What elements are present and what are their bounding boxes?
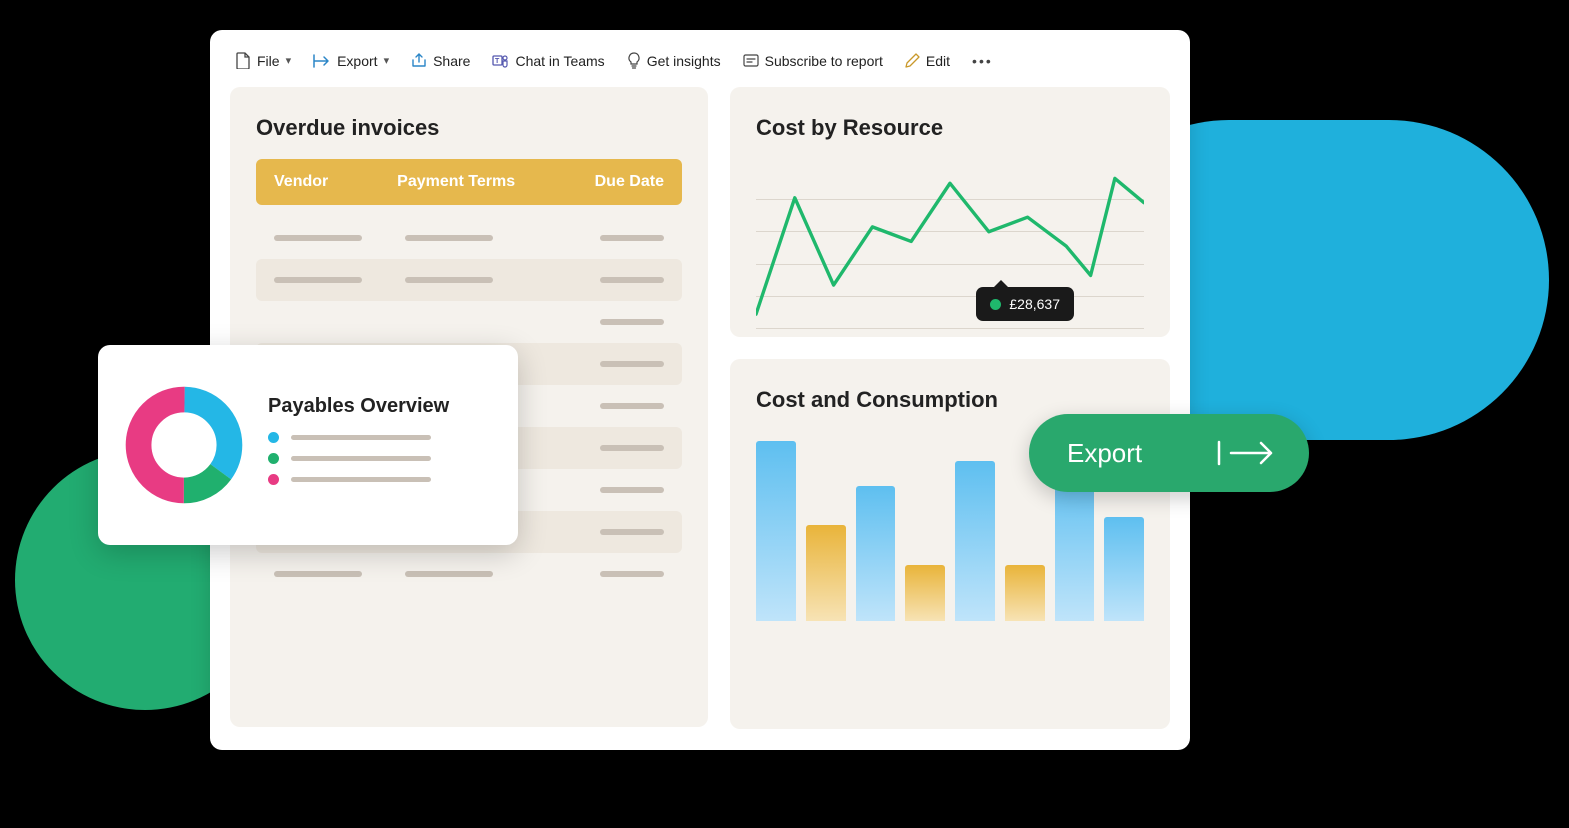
file-icon — [236, 52, 251, 69]
bar — [756, 441, 796, 621]
svg-text:T: T — [496, 58, 501, 65]
col-terms: Payment Terms — [397, 173, 561, 191]
chat-label: Chat in Teams — [515, 53, 604, 69]
legend-item — [268, 453, 492, 464]
cost-resource-title: Cost by Resource — [756, 115, 1144, 141]
file-label: File — [257, 53, 280, 69]
legend-placeholder — [291, 477, 431, 482]
toolbar: File ▾ Export ▾ Share T Chat in Teams — [230, 48, 1170, 87]
legend-item — [268, 474, 492, 485]
col-vendor: Vendor — [274, 173, 397, 191]
bar — [856, 486, 896, 621]
edit-button[interactable]: Edit — [905, 53, 950, 69]
legend-item — [268, 432, 492, 443]
export-label: Export — [337, 53, 377, 69]
ellipsis-icon: ••• — [972, 53, 993, 69]
teams-icon: T — [492, 53, 509, 69]
table-row[interactable] — [256, 217, 682, 259]
table-row[interactable] — [256, 301, 682, 343]
export-icon — [313, 54, 331, 68]
table-row[interactable] — [256, 259, 682, 301]
legend-dot-icon — [268, 453, 279, 464]
payables-overview-card: Payables Overview — [98, 345, 518, 545]
chevron-down-icon: ▾ — [286, 54, 292, 67]
cost-consumption-title: Cost and Consumption — [756, 387, 1144, 413]
bar — [1055, 471, 1095, 621]
export-menu[interactable]: Export ▾ — [313, 53, 389, 69]
file-menu[interactable]: File ▾ — [236, 52, 291, 69]
table-header: Vendor Payment Terms Due Date — [256, 159, 682, 205]
edit-label: Edit — [926, 53, 950, 69]
tooltip-dot-icon — [990, 299, 1001, 310]
export-button-label: Export — [1067, 438, 1142, 469]
donut-chart[interactable] — [124, 385, 244, 505]
overdue-title: Overdue invoices — [256, 115, 682, 141]
subscribe-icon — [743, 53, 759, 68]
bar — [905, 565, 945, 621]
legend-dot-icon — [268, 432, 279, 443]
export-button[interactable]: Export — [1029, 414, 1309, 492]
line-chart-svg — [756, 159, 1144, 324]
insights-label: Get insights — [647, 53, 721, 69]
bar — [955, 461, 995, 621]
line-chart[interactable]: £28,637 — [756, 159, 1144, 339]
legend-dot-icon — [268, 474, 279, 485]
bar — [806, 525, 846, 621]
payables-title: Payables Overview — [268, 395, 492, 418]
share-label: Share — [433, 53, 470, 69]
get-insights-button[interactable]: Get insights — [627, 52, 721, 69]
more-menu[interactable]: ••• — [972, 53, 993, 69]
chat-teams-button[interactable]: T Chat in Teams — [492, 53, 604, 69]
subscribe-label: Subscribe to report — [765, 53, 883, 69]
share-icon — [411, 53, 427, 68]
chart-tooltip: £28,637 — [976, 287, 1074, 321]
table-row[interactable] — [256, 553, 682, 595]
cost-by-resource-card: Cost by Resource £28,637 — [730, 87, 1170, 337]
lightbulb-icon — [627, 52, 641, 69]
share-button[interactable]: Share — [411, 53, 470, 69]
legend-placeholder — [291, 435, 431, 440]
pencil-icon — [905, 53, 920, 68]
bar — [1005, 565, 1045, 621]
tooltip-value: £28,637 — [1009, 296, 1060, 312]
subscribe-button[interactable]: Subscribe to report — [743, 53, 883, 69]
export-arrow-icon — [1217, 438, 1279, 468]
bar — [1104, 517, 1144, 621]
col-due: Due Date — [561, 173, 664, 191]
legend-placeholder — [291, 456, 431, 461]
chevron-down-icon: ▾ — [384, 54, 390, 67]
